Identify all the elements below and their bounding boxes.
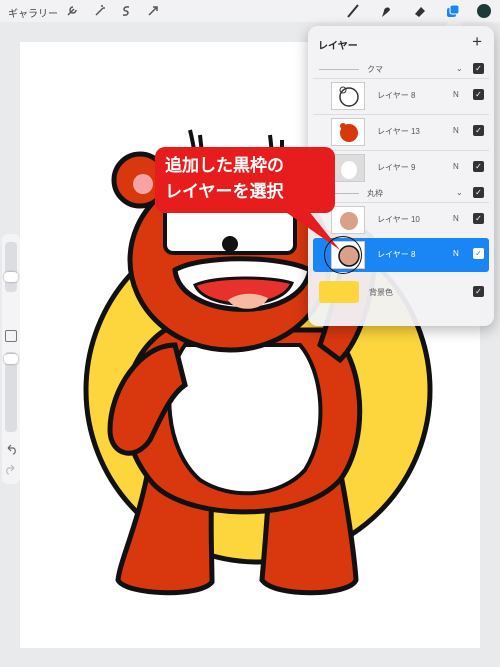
background-color-row[interactable]: 背景色 ✓ [313,278,489,306]
blend-mode[interactable]: N [453,249,459,258]
highlight-ring [324,236,362,274]
layer-row[interactable]: レイヤー 13 N ✓ [313,114,489,148]
visibility-checkbox[interactable]: ✓ [473,125,484,136]
visibility-checkbox[interactable]: ✓ [473,63,484,74]
blend-mode[interactable]: N [453,90,459,99]
blend-mode[interactable]: N [453,126,459,135]
visibility-checkbox[interactable]: ✓ [473,161,484,172]
group-row-kuma[interactable]: クマ ⌄ ✓ [313,62,489,76]
layer-name: レイヤー 13 [377,127,420,136]
chevron-down-icon[interactable]: ⌄ [456,64,463,73]
layer-name: レイヤー 10 [377,215,420,224]
panel-title: レイヤー [318,41,358,52]
layer-name: レイヤー 9 [377,163,416,172]
layer-name: レイヤー 8 [377,250,416,259]
layer-thumbnail [331,82,365,110]
layer-thumbnail [331,118,365,146]
visibility-checkbox[interactable]: ✓ [473,89,484,100]
undo-icon[interactable] [5,444,17,456]
blend-mode[interactable]: N [453,214,459,223]
callout-line-2: レイヤーを選択 [165,182,284,201]
chevron-down-icon[interactable]: ⌄ [456,188,463,197]
layer-thumbnail [331,154,365,182]
redo-icon[interactable] [5,464,17,476]
visibility-checkbox[interactable]: ✓ [473,286,484,297]
brush-size-slider[interactable] [5,242,17,292]
visibility-checkbox[interactable]: ✓ [473,213,484,224]
add-layer-button[interactable]: + [472,32,482,52]
divider [319,69,359,70]
group-row-maruwaku[interactable]: 丸枠 ⌄ ✓ [313,186,489,200]
layer-name: レイヤー 8 [377,91,416,100]
layer-row[interactable]: レイヤー 8 N ✓ [313,78,489,112]
left-sidebar [2,234,20,484]
layers-panel: レイヤー + クマ ⌄ ✓ レイヤー 8 N ✓ レイヤー 13 N ✓ レイヤ… [308,26,494,326]
opacity-slider[interactable] [5,352,17,432]
callout-annotation: 追加した黒枠の レイヤーを選択 [155,147,335,213]
layer-row[interactable]: レイヤー 9 N ✓ [313,150,489,184]
opacity-knob[interactable] [4,354,18,364]
visibility-checkbox[interactable]: ✓ [473,187,484,198]
background-swatch[interactable] [319,281,359,303]
visibility-checkbox[interactable]: ✓ [473,248,484,259]
group-name: クマ [367,65,383,74]
blend-mode[interactable]: N [453,162,459,171]
background-label: 背景色 [369,288,393,297]
layer-thumbnail [331,206,365,234]
brush-size-knob[interactable] [4,272,18,282]
modify-button[interactable] [5,330,17,342]
callout-line-1: 追加した黒枠の [165,156,284,175]
group-name: 丸枠 [367,189,383,198]
layer-row[interactable]: レイヤー 10 N ✓ [313,202,489,236]
